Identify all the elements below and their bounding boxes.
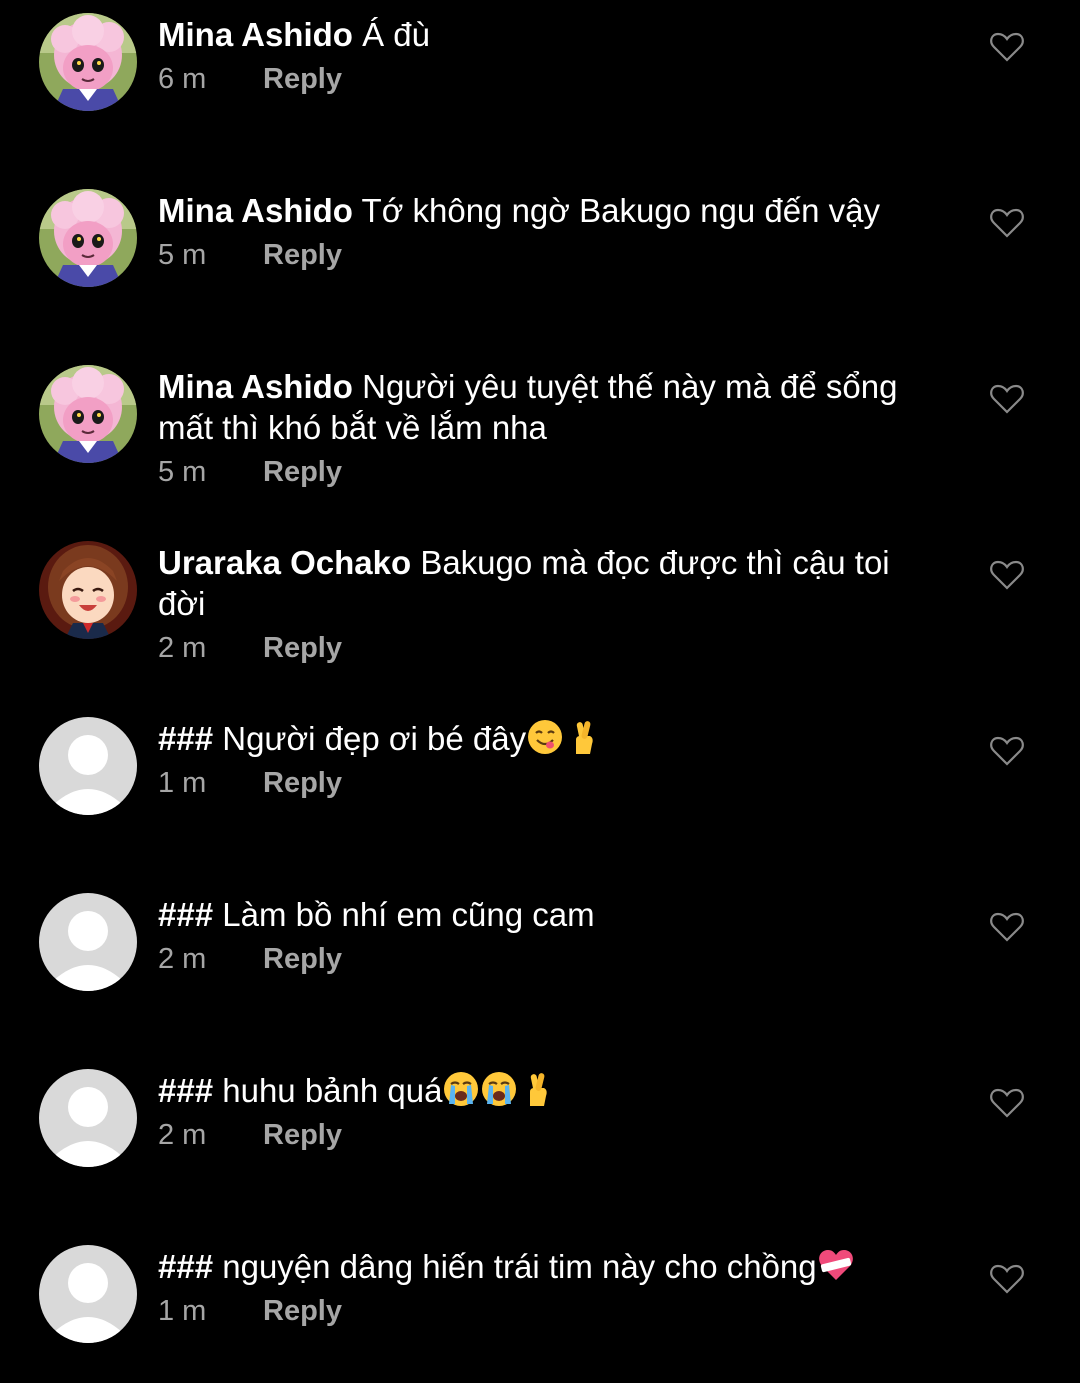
comment-item: Mina Ashido Người yêu tuyệt thế này mà đ… bbox=[0, 352, 1080, 502]
comment-author[interactable]: Mina Ashido bbox=[158, 368, 353, 405]
comment-text-line: Mina Ashido Tớ không ngờ Bakugo ngu đến … bbox=[158, 190, 948, 231]
comment-meta: 5 m Reply bbox=[158, 233, 948, 277]
comment-text-line: ### Người đẹp ơi bé đây bbox=[158, 718, 948, 759]
avatar[interactable] bbox=[39, 1245, 137, 1343]
comment-list: Mina Ashido Á đù 6 m Reply Mina Ashido T… bbox=[0, 0, 1080, 1383]
heart-icon[interactable] bbox=[990, 32, 1024, 62]
comment-text: Á đù bbox=[362, 16, 431, 53]
comment-text: Người đẹp ơi bé đây bbox=[222, 720, 527, 757]
reply-button[interactable]: Reply bbox=[263, 1113, 342, 1157]
comment-body: ### huhu bảnh quá 2 m Reply bbox=[158, 1070, 948, 1157]
default-avatar bbox=[39, 717, 137, 815]
comment-author[interactable]: ### bbox=[158, 1248, 213, 1285]
avatar[interactable] bbox=[39, 893, 137, 991]
comment-author[interactable]: Uraraka Ochako bbox=[158, 544, 411, 581]
crossed-fingers-emoji bbox=[530, 1073, 548, 1106]
comment-time: 5 m bbox=[158, 239, 207, 271]
default-avatar bbox=[39, 893, 137, 991]
comment-body: Uraraka Ochako Bakugo mà đọc được thì cậ… bbox=[158, 542, 938, 670]
comment-meta: 5 m Reply bbox=[158, 450, 933, 494]
crossed-fingers-emoji bbox=[576, 721, 593, 754]
comment-item: Uraraka Ochako Bakugo mà đọc được thì cậ… bbox=[0, 528, 1080, 678]
brown-hair-anime-avatar bbox=[39, 541, 137, 639]
comment-text: Làm bồ nhí em cũng cam bbox=[222, 896, 595, 933]
comment-meta: 6 m Reply bbox=[158, 57, 948, 101]
reply-button[interactable]: Reply bbox=[263, 626, 342, 670]
comment-meta: 2 m Reply bbox=[158, 1113, 948, 1157]
comment-item: ### Người đẹp ơi bé đây 1 m Reply bbox=[0, 704, 1080, 854]
pink-anime-avatar bbox=[39, 365, 137, 463]
comment-body: Mina Ashido Á đù 6 m Reply bbox=[158, 14, 948, 101]
comment-author[interactable]: ### bbox=[158, 1072, 213, 1109]
comment-time: 6 m bbox=[158, 63, 207, 95]
crying-face-emoji bbox=[482, 1072, 517, 1106]
comment-body: Mina Ashido Tớ không ngờ Bakugo ngu đến … bbox=[158, 190, 948, 277]
pink-anime-avatar bbox=[39, 13, 137, 111]
comment-text: nguyện dâng hiến trái tim này cho chồng bbox=[222, 1248, 817, 1285]
crying-face-emoji bbox=[444, 1072, 479, 1106]
comment-text-line: Mina Ashido Á đù bbox=[158, 14, 948, 55]
pink-anime-avatar bbox=[39, 189, 137, 287]
comment-time: 2 m bbox=[158, 943, 207, 975]
avatar[interactable] bbox=[39, 13, 137, 111]
comment-time: 2 m bbox=[158, 632, 207, 664]
reply-button[interactable]: Reply bbox=[263, 233, 342, 277]
comment-meta: 1 m Reply bbox=[158, 1289, 958, 1333]
comment-item: ### Làm bồ nhí em cũng cam 2 m Reply bbox=[0, 880, 1080, 1030]
avatar[interactable] bbox=[39, 717, 137, 815]
comment-text-line: ### nguyện dâng hiến trái tim này cho ch… bbox=[158, 1246, 958, 1287]
comment-item: Mina Ashido Tớ không ngờ Bakugo ngu đến … bbox=[0, 176, 1080, 326]
comment-author[interactable]: Mina Ashido bbox=[158, 192, 353, 229]
avatar[interactable] bbox=[39, 365, 137, 463]
comment-body: ### nguyện dâng hiến trái tim này cho ch… bbox=[158, 1246, 958, 1333]
heart-icon[interactable] bbox=[990, 912, 1024, 942]
heart-icon[interactable] bbox=[990, 560, 1024, 590]
comment-meta: 1 m Reply bbox=[158, 761, 948, 805]
comment-author[interactable]: ### bbox=[158, 720, 213, 757]
comment-time: 1 m bbox=[158, 1295, 207, 1327]
heart-icon[interactable] bbox=[990, 1264, 1024, 1294]
comment-author[interactable]: Mina Ashido bbox=[158, 16, 353, 53]
reply-button[interactable]: Reply bbox=[263, 937, 342, 981]
avatar[interactable] bbox=[39, 189, 137, 287]
comment-text-line: ### huhu bảnh quá bbox=[158, 1070, 948, 1111]
reply-button[interactable]: Reply bbox=[263, 761, 342, 805]
heart-icon[interactable] bbox=[990, 384, 1024, 414]
comment-text: Tớ không ngờ Bakugo ngu đến vậy bbox=[361, 192, 880, 229]
comment-meta: 2 m Reply bbox=[158, 626, 938, 670]
comment-text-line: ### Làm bồ nhí em cũng cam bbox=[158, 894, 948, 935]
comment-author[interactable]: ### bbox=[158, 896, 213, 933]
comment-body: Mina Ashido Người yêu tuyệt thế này mà đ… bbox=[158, 366, 933, 494]
comment-text: huhu bảnh quá bbox=[222, 1072, 443, 1109]
avatar[interactable] bbox=[39, 541, 137, 639]
default-avatar bbox=[39, 1069, 137, 1167]
avatar[interactable] bbox=[39, 1069, 137, 1167]
yum-face-emoji bbox=[528, 720, 563, 754]
comment-body: ### Làm bồ nhí em cũng cam 2 m Reply bbox=[158, 894, 948, 981]
reply-button[interactable]: Reply bbox=[263, 450, 342, 494]
comment-text-line: Uraraka Ochako Bakugo mà đọc được thì cậ… bbox=[158, 542, 938, 624]
heart-icon[interactable] bbox=[990, 208, 1024, 238]
reply-button[interactable]: Reply bbox=[263, 57, 342, 101]
comment-body: ### Người đẹp ơi bé đây 1 m Reply bbox=[158, 718, 948, 805]
comment-time: 5 m bbox=[158, 456, 207, 488]
comment-item: Mina Ashido Á đù 6 m Reply bbox=[0, 0, 1080, 150]
comment-item: ### nguyện dâng hiến trái tim này cho ch… bbox=[0, 1232, 1080, 1382]
comment-text-line: Mina Ashido Người yêu tuyệt thế này mà đ… bbox=[158, 366, 933, 448]
reply-button[interactable]: Reply bbox=[263, 1289, 342, 1333]
heart-icon[interactable] bbox=[990, 1088, 1024, 1118]
default-avatar bbox=[39, 1245, 137, 1343]
comment-time: 1 m bbox=[158, 767, 207, 799]
comment-item: ### huhu bảnh quá 2 m Reply bbox=[0, 1056, 1080, 1206]
comment-time: 2 m bbox=[158, 1119, 207, 1151]
heart-icon[interactable] bbox=[990, 736, 1024, 766]
comment-meta: 2 m Reply bbox=[158, 937, 948, 981]
mending-heart-emoji bbox=[818, 1250, 853, 1280]
